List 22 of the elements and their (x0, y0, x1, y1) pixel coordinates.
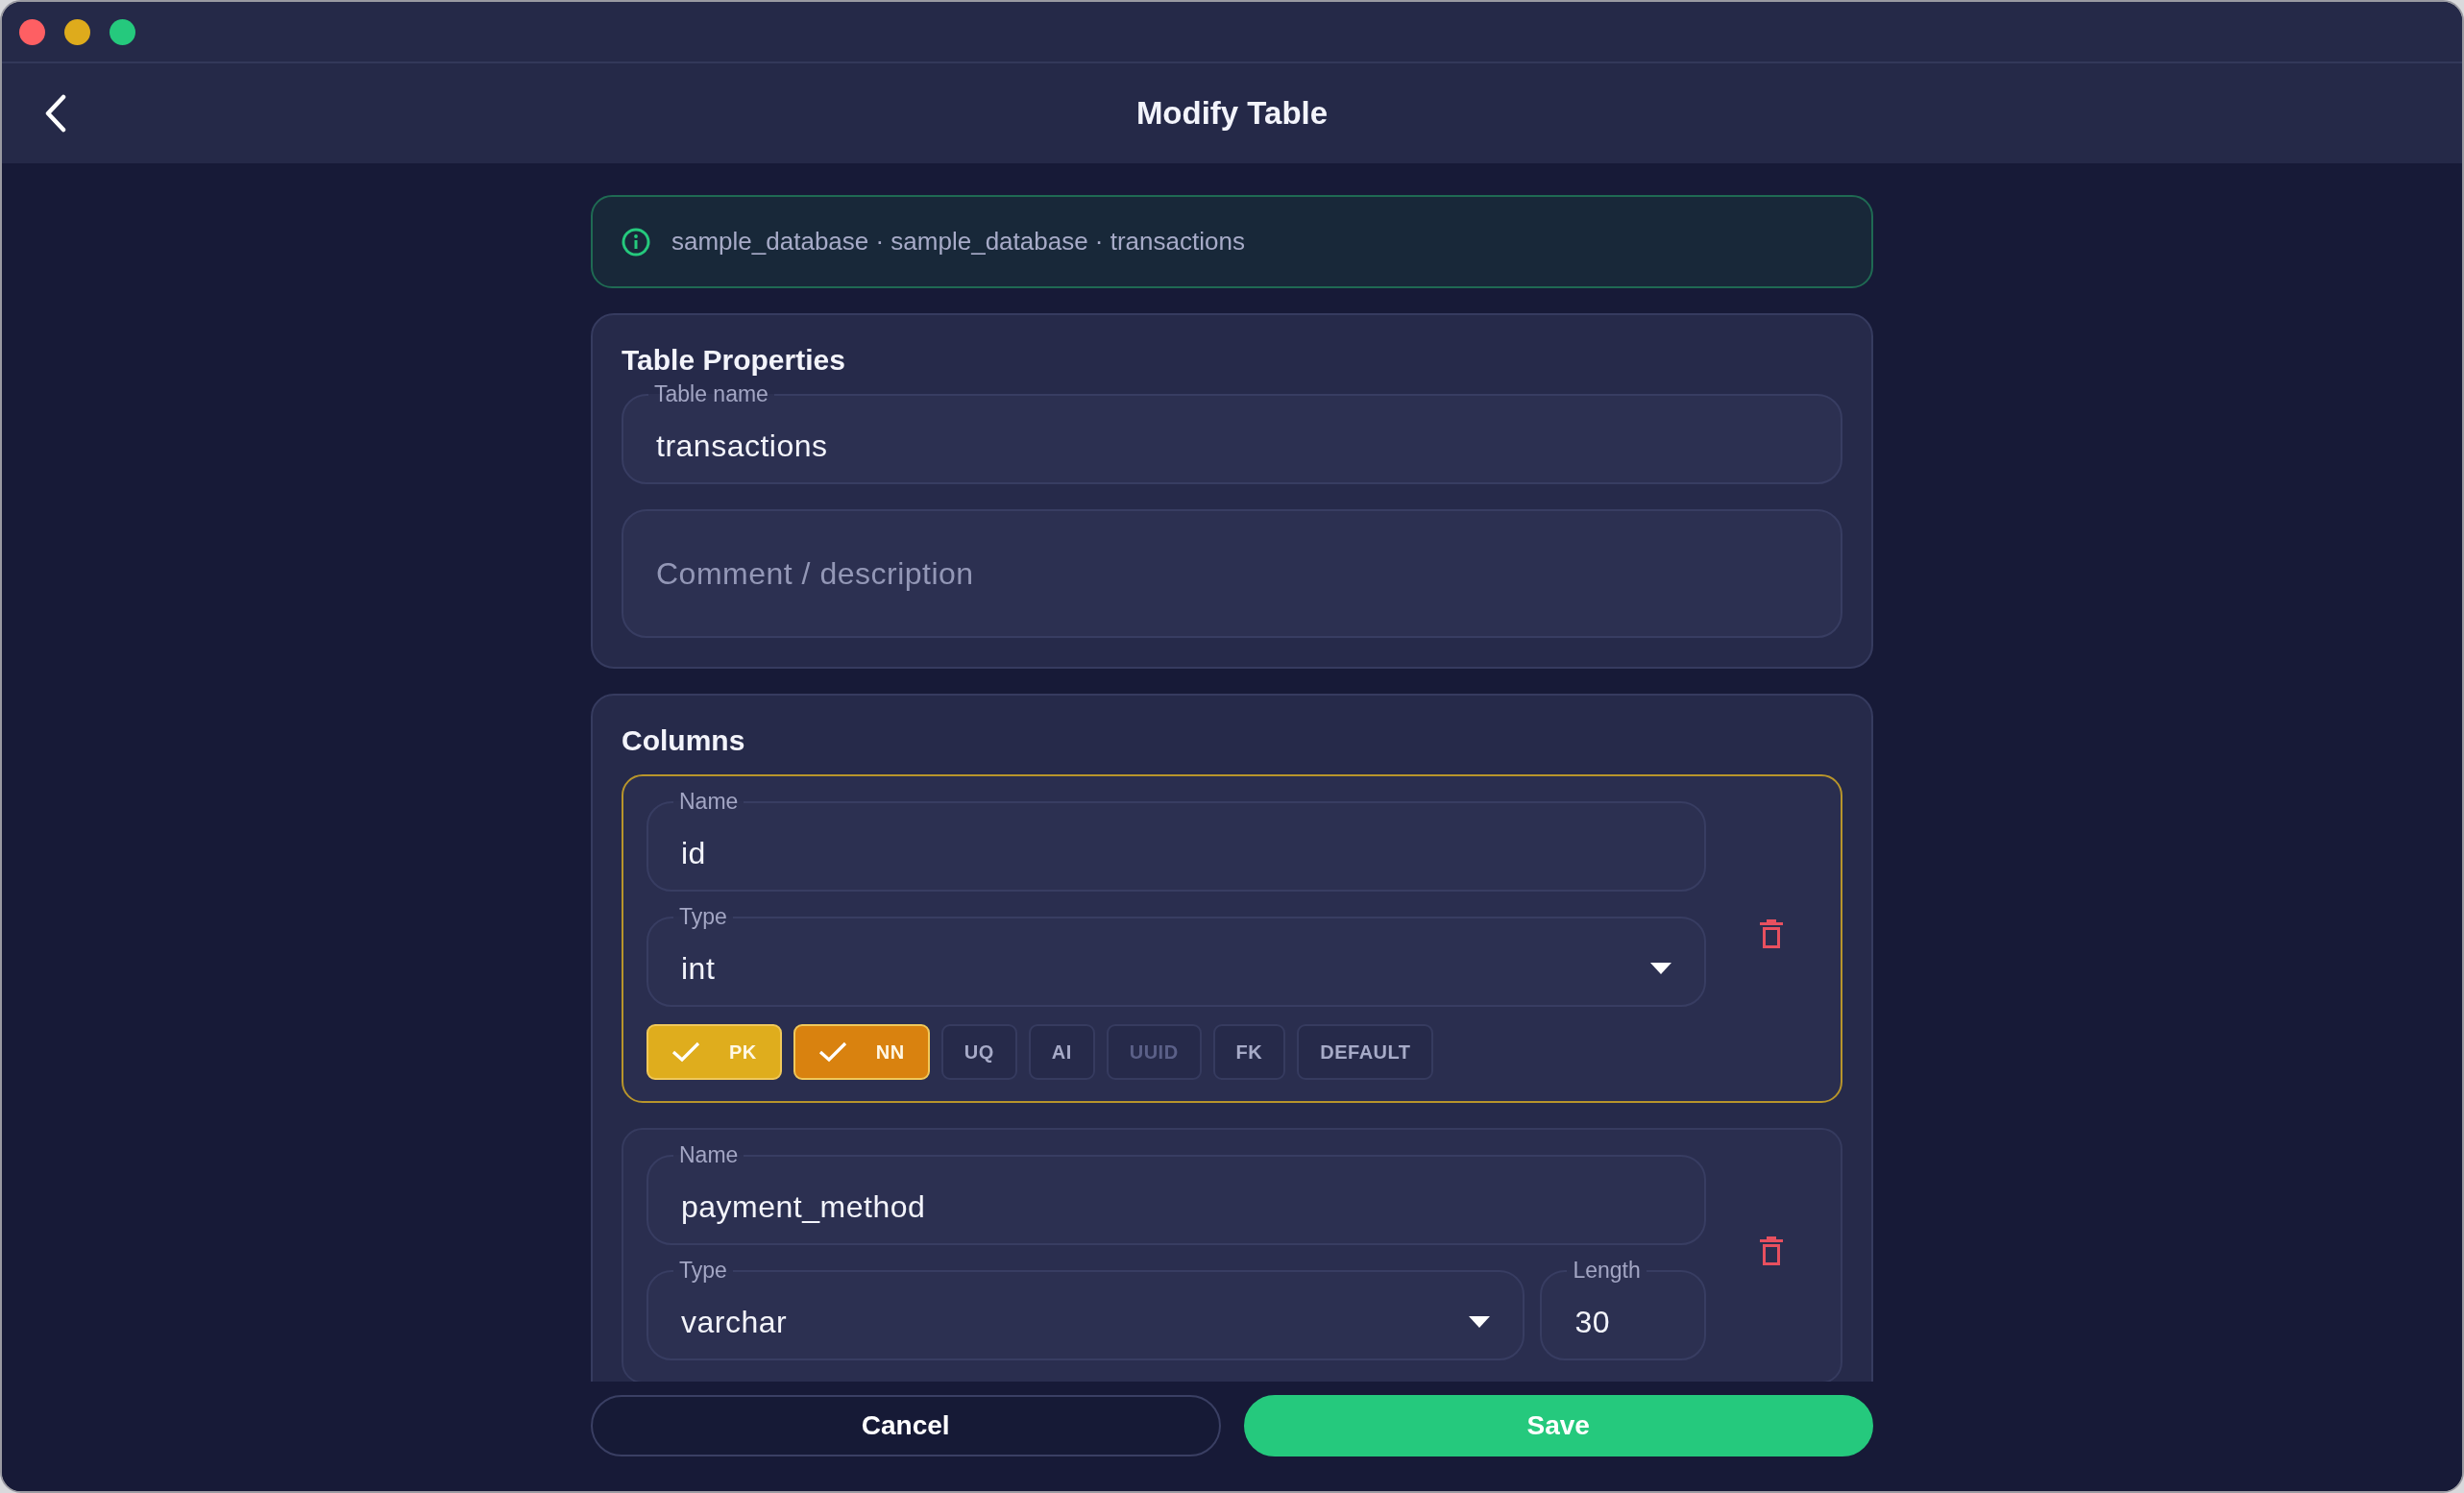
section-heading: Table Properties (622, 344, 846, 377)
flag-toggle[interactable]: AI (1028, 1024, 1095, 1080)
close-window-button[interactable] (19, 18, 45, 45)
check-icon (817, 1041, 847, 1063)
window-title: Modify Table (1135, 95, 1329, 132)
trash-icon (1759, 1236, 1784, 1266)
minimize-window-button[interactable] (64, 18, 90, 45)
flag-toggle[interactable]: UQ (940, 1024, 1017, 1080)
dropdown-caret-icon (1650, 963, 1671, 974)
breadcrumb-text: sample_database · sample_database · transactions (671, 227, 1245, 257)
cancel-button[interactable]: Cancel (591, 1395, 1221, 1456)
flag-toggle[interactable]: DEFAULT (1297, 1024, 1434, 1080)
comment-field[interactable]: Comment / description (622, 509, 1842, 638)
zoom-window-button[interactable] (110, 18, 135, 45)
check-icon (671, 1041, 700, 1063)
flag-toggle[interactable]: FK (1212, 1024, 1286, 1080)
info-icon (622, 227, 650, 257)
section-heading: Columns (622, 724, 746, 757)
field-label: Length (1567, 1258, 1647, 1283)
dropdown-caret-icon (1469, 1316, 1491, 1328)
trash-icon (1759, 918, 1784, 949)
back-chevron-icon (45, 94, 66, 133)
